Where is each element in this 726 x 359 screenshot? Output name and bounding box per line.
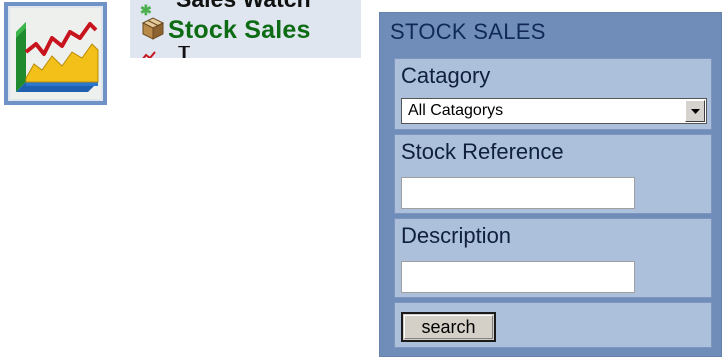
menu-item-label: T (178, 46, 191, 58)
description-field-group: Description (394, 218, 712, 298)
stock-reference-input[interactable] (401, 177, 635, 209)
chart-icon (142, 48, 156, 58)
stock-reference-field-group: Stock Reference (394, 134, 712, 214)
menu-item-label: Sales Watch (176, 0, 311, 12)
menu-item-label: Stock Sales (168, 15, 311, 44)
search-button-row: search (394, 302, 712, 348)
search-button[interactable]: search (401, 312, 496, 342)
stock-sales-search-panel: STOCK SALES Catagory All Catagorys Stock… (379, 12, 722, 357)
catagory-field-group: Catagory All Catagorys (394, 58, 712, 130)
menu-item-stock-sales[interactable]: Stock Sales (140, 15, 311, 45)
catagory-select[interactable]: All Catagorys (401, 98, 707, 124)
stock-menu-strip: ✱ Sales Watch Stock Sales T (130, 0, 361, 58)
box-icon (140, 15, 166, 46)
search-button-label: search (404, 315, 493, 339)
stock-chart-app-icon[interactable] (4, 2, 107, 105)
stock-chart-icon (8, 6, 103, 101)
catagory-label: Catagory (401, 63, 491, 88)
catagory-selected-value: All Catagorys (408, 102, 504, 119)
menu-item-partial-bottom[interactable]: T (178, 46, 192, 58)
stock-reference-label: Stock Reference (401, 139, 564, 164)
panel-title: STOCK SALES (390, 19, 546, 44)
description-label: Description (401, 223, 512, 248)
description-input[interactable] (401, 261, 635, 293)
chevron-down-icon (691, 109, 700, 114)
menu-item-sales-watch[interactable]: ✱ Sales Watch (140, 0, 311, 18)
catagory-dropdown-button[interactable] (685, 100, 705, 122)
